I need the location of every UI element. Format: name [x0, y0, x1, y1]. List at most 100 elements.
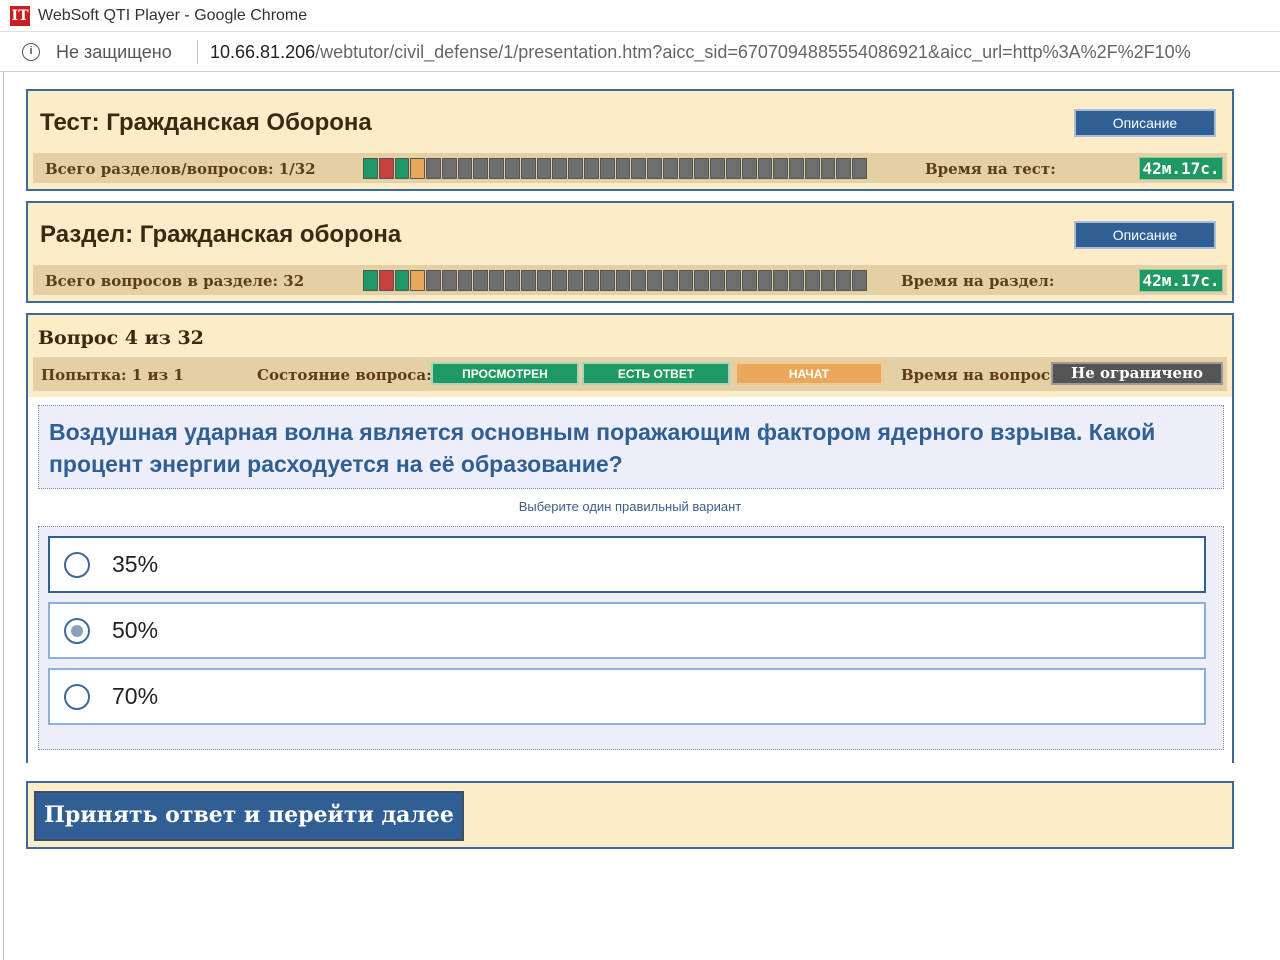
- progress-segment[interactable]: [631, 158, 647, 179]
- progress-segment[interactable]: [378, 158, 394, 179]
- state-badge-viewed: ПРОСМОТРЕН: [431, 362, 579, 385]
- progress-segment[interactable]: [363, 270, 378, 291]
- state-badge-answered: ЕСТЬ ОТВЕТ: [582, 362, 730, 385]
- answer-option[interactable]: 35%: [48, 536, 1206, 593]
- progress-segment[interactable]: [678, 270, 694, 291]
- security-status[interactable]: Не защищено: [56, 42, 172, 63]
- question-panel: Вопрос 4 из 32 Попытка: 1 из 1 Состояние…: [26, 313, 1234, 763]
- section-progress-label: Всего вопросов в разделе: 32: [45, 272, 305, 290]
- progress-segment[interactable]: [820, 158, 836, 179]
- progress-segment[interactable]: [552, 158, 568, 179]
- test-timer: 42м.17с.: [1139, 157, 1223, 180]
- answer-instruction: Выберите один правильный вариант: [518, 499, 742, 514]
- progress-segment[interactable]: [773, 270, 789, 291]
- progress-segment[interactable]: [473, 158, 489, 179]
- progress-segment[interactable]: [804, 158, 820, 179]
- progress-segment[interactable]: [583, 270, 599, 291]
- test-description-button[interactable]: Описание: [1074, 109, 1216, 137]
- progress-segment[interactable]: [662, 158, 678, 179]
- submit-answer-button[interactable]: Принять ответ и перейти далее: [34, 791, 464, 841]
- progress-segment[interactable]: [647, 270, 662, 291]
- progress-segment[interactable]: [505, 158, 520, 179]
- answer-option[interactable]: 70%: [48, 668, 1206, 725]
- radio-button[interactable]: [64, 684, 90, 710]
- progress-segment[interactable]: [662, 270, 678, 291]
- progress-segment[interactable]: [489, 158, 505, 179]
- progress-segment[interactable]: [394, 158, 410, 179]
- progress-segment[interactable]: [568, 158, 583, 179]
- answer-option[interactable]: 50%: [48, 602, 1206, 659]
- progress-segment[interactable]: [363, 158, 378, 179]
- progress-segment[interactable]: [710, 270, 725, 291]
- progress-segment[interactable]: [773, 158, 789, 179]
- progress-segment[interactable]: [741, 270, 757, 291]
- progress-segment[interactable]: [694, 270, 710, 291]
- section-time-label: Время на раздел:: [901, 272, 1055, 290]
- section-status-row: Всего вопросов в разделе: 32 Время на ра…: [33, 265, 1227, 295]
- progress-segment[interactable]: [441, 158, 457, 179]
- browser-titlebar: IT WebSoft QTI Player - Google Chrome: [0, 0, 1280, 32]
- progress-segment[interactable]: [804, 270, 820, 291]
- progress-segment[interactable]: [426, 158, 441, 179]
- progress-segment[interactable]: [552, 270, 568, 291]
- test-progress-label: Всего разделов/вопросов: 1/32: [45, 160, 316, 178]
- progress-segment[interactable]: [852, 270, 867, 291]
- progress-segment[interactable]: [725, 158, 741, 179]
- section-panel: Раздел: Гражданская оборона Описание Все…: [26, 201, 1234, 303]
- progress-segment[interactable]: [615, 158, 631, 179]
- test-progress-bar: [363, 158, 867, 179]
- section-title: Раздел: Гражданская оборона: [40, 221, 402, 248]
- progress-segment[interactable]: [836, 158, 852, 179]
- submit-panel: Принять ответ и перейти далее: [26, 781, 1234, 849]
- question-time-label: Время на вопрос:: [901, 366, 1056, 384]
- progress-segment[interactable]: [520, 270, 536, 291]
- progress-segment[interactable]: [741, 158, 757, 179]
- progress-segment[interactable]: [378, 270, 394, 291]
- progress-segment[interactable]: [678, 158, 694, 179]
- progress-segment[interactable]: [505, 270, 520, 291]
- progress-segment[interactable]: [410, 158, 426, 179]
- progress-segment[interactable]: [836, 270, 852, 291]
- state-badge-started: НАЧАТ: [735, 362, 883, 385]
- progress-segment[interactable]: [536, 270, 552, 291]
- progress-segment[interactable]: [583, 158, 599, 179]
- answer-option-label: 50%: [112, 617, 159, 643]
- progress-segment[interactable]: [710, 158, 725, 179]
- progress-segment[interactable]: [473, 270, 489, 291]
- progress-segment[interactable]: [820, 270, 836, 291]
- progress-segment[interactable]: [426, 270, 441, 291]
- progress-segment[interactable]: [757, 158, 773, 179]
- progress-segment[interactable]: [489, 270, 505, 291]
- app-logo-icon: IT: [10, 6, 30, 26]
- url-field[interactable]: 10.66.81.206/webtutor/civil_defense/1/pr…: [210, 42, 1280, 63]
- progress-segment[interactable]: [520, 158, 536, 179]
- address-bar[interactable]: i Не защищено 10.66.81.206/webtutor/civi…: [0, 32, 1280, 72]
- question-text-box: Воздушная ударная волна является основны…: [38, 405, 1224, 489]
- progress-segment[interactable]: [441, 270, 457, 291]
- test-title: Тест: Гражданская Оборона: [40, 109, 372, 136]
- radio-button[interactable]: [64, 552, 90, 578]
- progress-segment[interactable]: [757, 270, 773, 291]
- page-left-border: [3, 72, 4, 960]
- progress-segment[interactable]: [789, 158, 804, 179]
- progress-segment[interactable]: [725, 270, 741, 291]
- progress-segment[interactable]: [599, 270, 615, 291]
- radio-button[interactable]: [64, 618, 90, 644]
- progress-segment[interactable]: [647, 158, 662, 179]
- progress-segment[interactable]: [599, 158, 615, 179]
- progress-segment[interactable]: [789, 270, 804, 291]
- info-icon[interactable]: i: [22, 43, 40, 61]
- progress-segment[interactable]: [615, 270, 631, 291]
- progress-segment[interactable]: [568, 270, 583, 291]
- section-description-button[interactable]: Описание: [1074, 221, 1216, 249]
- progress-segment[interactable]: [410, 270, 426, 291]
- progress-segment[interactable]: [631, 270, 647, 291]
- progress-segment[interactable]: [394, 270, 410, 291]
- section-progress-bar: [363, 270, 867, 291]
- progress-segment[interactable]: [694, 158, 710, 179]
- progress-segment[interactable]: [457, 270, 473, 291]
- question-time-value: Не ограничено: [1051, 362, 1223, 385]
- progress-segment[interactable]: [536, 158, 552, 179]
- progress-segment[interactable]: [852, 158, 867, 179]
- progress-segment[interactable]: [457, 158, 473, 179]
